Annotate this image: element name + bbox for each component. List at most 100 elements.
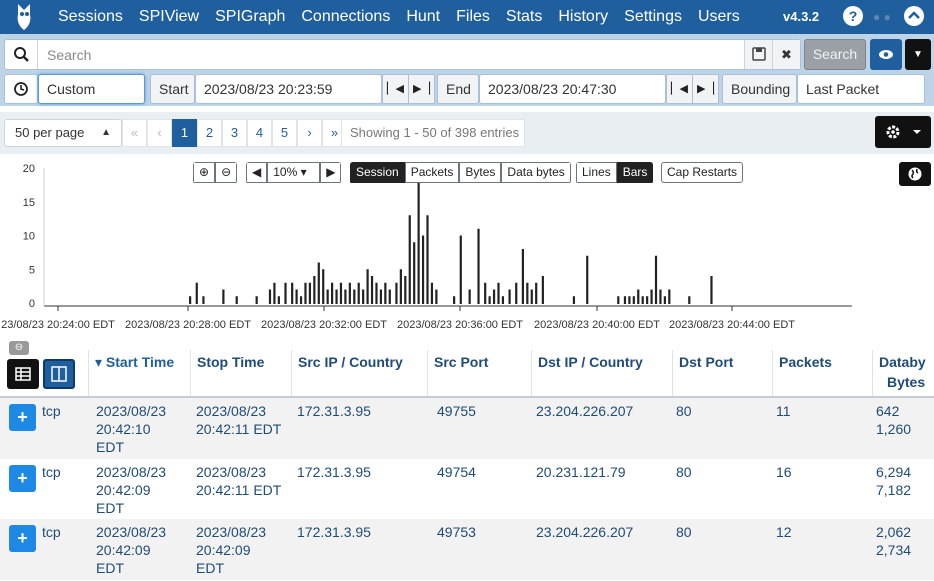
help-icon[interactable]: ? xyxy=(843,6,863,26)
end-next-icon[interactable]: ▶▕ xyxy=(692,74,719,104)
protocol-cell[interactable]: tcp xyxy=(42,402,61,420)
column-header[interactable]: Databy Bytes xyxy=(872,350,934,396)
nav-item-history[interactable]: History xyxy=(550,0,616,34)
nav-item-users[interactable]: Users xyxy=(690,0,748,34)
expand-row-plus-icon[interactable]: + xyxy=(9,465,36,492)
chart-bar xyxy=(268,289,272,304)
graph-style-bars-button[interactable]: Bars xyxy=(616,162,654,183)
end-time-input[interactable]: 2023/08/23 20:47:30 xyxy=(479,74,666,104)
packets-cell[interactable]: 12 xyxy=(776,523,792,541)
bytes-cell[interactable]: 2,062 2,734 xyxy=(876,523,911,559)
packets-cell[interactable]: 16 xyxy=(776,463,792,481)
search-button[interactable]: Search xyxy=(804,39,866,70)
per-page-label: 50 per page xyxy=(15,125,85,140)
start-time-cell[interactable]: 2023/08/23 20:42:10 EDT xyxy=(96,402,166,456)
theme-toggle-icon[interactable] xyxy=(904,6,924,26)
column-layout-icon[interactable] xyxy=(43,359,75,389)
page-button[interactable]: 2 xyxy=(197,119,222,147)
protocol-cell[interactable]: tcp xyxy=(42,463,61,481)
dst-ip-cell[interactable]: 20.231.121.79 xyxy=(536,463,626,481)
nav-item-connections[interactable]: Connections xyxy=(293,0,398,34)
owl-logo-icon[interactable] xyxy=(10,2,40,32)
pan-left-icon[interactable]: ◀ xyxy=(246,162,268,183)
pan-right-icon[interactable]: ▶ xyxy=(320,162,342,183)
page-button[interactable]: 5 xyxy=(272,119,297,147)
src-port-cell[interactable]: 49753 xyxy=(437,523,476,541)
collapse-toggle-icon[interactable]: ⊖ xyxy=(9,341,29,355)
stop-time-cell[interactable]: 2023/08/23 20:42:09 EDT xyxy=(196,523,266,577)
start-time-input[interactable]: 2023/08/23 20:23:59 xyxy=(195,74,382,104)
column-header[interactable]: Dst IP / Country xyxy=(531,350,672,396)
settings-gear-icon[interactable] xyxy=(875,116,931,148)
column-header[interactable]: Src Port xyxy=(427,350,531,396)
column-header[interactable]: Src IP / Country xyxy=(291,350,427,396)
nav-item-spigraph[interactable]: SPIGraph xyxy=(207,0,293,34)
column-config-grid-icon[interactable] xyxy=(7,359,39,389)
end-prev-icon[interactable]: ▏◀ xyxy=(666,74,693,104)
start-prev-icon[interactable]: ▏◀ xyxy=(382,74,409,104)
zoom-level-select[interactable]: 10% ▾ xyxy=(267,162,321,183)
table-row[interactable]: + tcp 2023/08/23 20:42:09 EDT 2023/08/23 20:42… xyxy=(0,459,934,520)
dst-port-cell[interactable]: 80 xyxy=(676,402,692,420)
zoom-in-icon[interactable]: ⊕ xyxy=(193,162,216,183)
table-row[interactable]: + tcp 2023/08/23 20:42:10 EDT 2023/08/23 20:42… xyxy=(0,398,934,459)
dst-ip-cell[interactable]: 23.204.226.207 xyxy=(536,402,633,420)
src-ip-cell[interactable]: 172.31.3.95 xyxy=(297,402,371,420)
nav-item-hunt[interactable]: Hunt xyxy=(398,0,448,34)
page-button[interactable]: « xyxy=(122,119,147,147)
column-header[interactable]: Packets xyxy=(772,350,872,396)
page-button[interactable]: 3 xyxy=(222,119,247,147)
column-header[interactable]: Dst Port xyxy=(672,350,772,396)
databytes-value: 642 xyxy=(876,403,900,419)
map-globe-icon[interactable] xyxy=(899,162,931,186)
graph-type-packets-button[interactable]: Packets xyxy=(404,162,460,183)
src-ip-cell[interactable]: 172.31.3.95 xyxy=(297,523,371,541)
cap-restarts-button[interactable]: Cap Restarts xyxy=(661,162,744,183)
column-header[interactable]: ▾ Start Time xyxy=(88,350,190,396)
bounding-select[interactable]: Last Packet xyxy=(797,74,925,104)
zoom-out-icon[interactable]: ⊖ xyxy=(215,162,238,183)
nav-item-spiview[interactable]: SPIView xyxy=(131,0,207,34)
graph-style-lines-button[interactable]: Lines xyxy=(576,162,617,183)
column-header[interactable]: Stop Time xyxy=(190,350,291,396)
nav-item-files[interactable]: Files xyxy=(448,0,498,34)
dst-port-cell[interactable]: 80 xyxy=(676,523,692,541)
page-button[interactable]: 1 xyxy=(172,119,197,147)
stop-time-cell[interactable]: 2023/08/23 20:42:11 EDT xyxy=(196,402,281,438)
chart-bar xyxy=(326,289,329,304)
time-range-select[interactable]: Custom xyxy=(38,74,145,104)
expand-row-plus-icon[interactable]: + xyxy=(9,525,36,552)
table-row[interactable]: + tcp 2023/08/23 20:42:09 EDT 2023/08/23 20:42… xyxy=(0,519,934,580)
graph-type-data-bytes-button[interactable]: Data bytes xyxy=(501,162,571,183)
save-search-icon[interactable] xyxy=(744,40,772,69)
start-next-icon[interactable]: ▶▕ xyxy=(408,74,435,104)
page-button[interactable]: ‹ xyxy=(147,119,172,147)
page-button[interactable]: 4 xyxy=(247,119,272,147)
nav-item-settings[interactable]: Settings xyxy=(616,0,690,34)
bytes-cell[interactable]: 6,294 7,182 xyxy=(876,463,911,499)
nav-item-sessions[interactable]: Sessions xyxy=(50,0,131,34)
view-eye-icon[interactable] xyxy=(870,39,902,70)
nav-item-stats[interactable]: Stats xyxy=(498,0,550,34)
start-time-cell[interactable]: 2023/08/23 20:42:09 EDT xyxy=(96,523,166,577)
start-time-cell-line: EDT xyxy=(96,560,124,576)
dst-port-cell[interactable]: 80 xyxy=(676,463,692,481)
src-port-cell[interactable]: 49755 xyxy=(437,402,476,420)
dst-ip-cell[interactable]: 23.204.226.207 xyxy=(536,523,633,541)
per-page-select[interactable]: 50 per page ▲ xyxy=(4,119,122,147)
start-time-cell[interactable]: 2023/08/23 20:42:09 EDT xyxy=(96,463,166,517)
stop-time-cell[interactable]: 2023/08/23 20:42:11 EDT xyxy=(196,463,281,499)
expand-row-plus-icon[interactable]: + xyxy=(9,404,36,431)
graph-type-session-button[interactable]: Session xyxy=(350,162,405,183)
view-dropdown-chevron-down-icon[interactable]: ▼ xyxy=(905,39,931,70)
protocol-cell[interactable]: tcp xyxy=(42,523,61,541)
src-port-cell[interactable]: 49754 xyxy=(437,463,476,481)
column-header-label: Dst IP / Country xyxy=(538,354,643,370)
packets-cell[interactable]: 11 xyxy=(776,402,791,420)
search-input[interactable] xyxy=(39,40,744,69)
src-ip-cell[interactable]: 172.31.3.95 xyxy=(297,463,371,481)
clear-search-icon[interactable]: ✖ xyxy=(772,40,800,69)
page-button[interactable]: › xyxy=(297,119,322,147)
bytes-cell[interactable]: 642 1,260 xyxy=(876,402,911,438)
graph-type-bytes-button[interactable]: Bytes xyxy=(459,162,502,183)
